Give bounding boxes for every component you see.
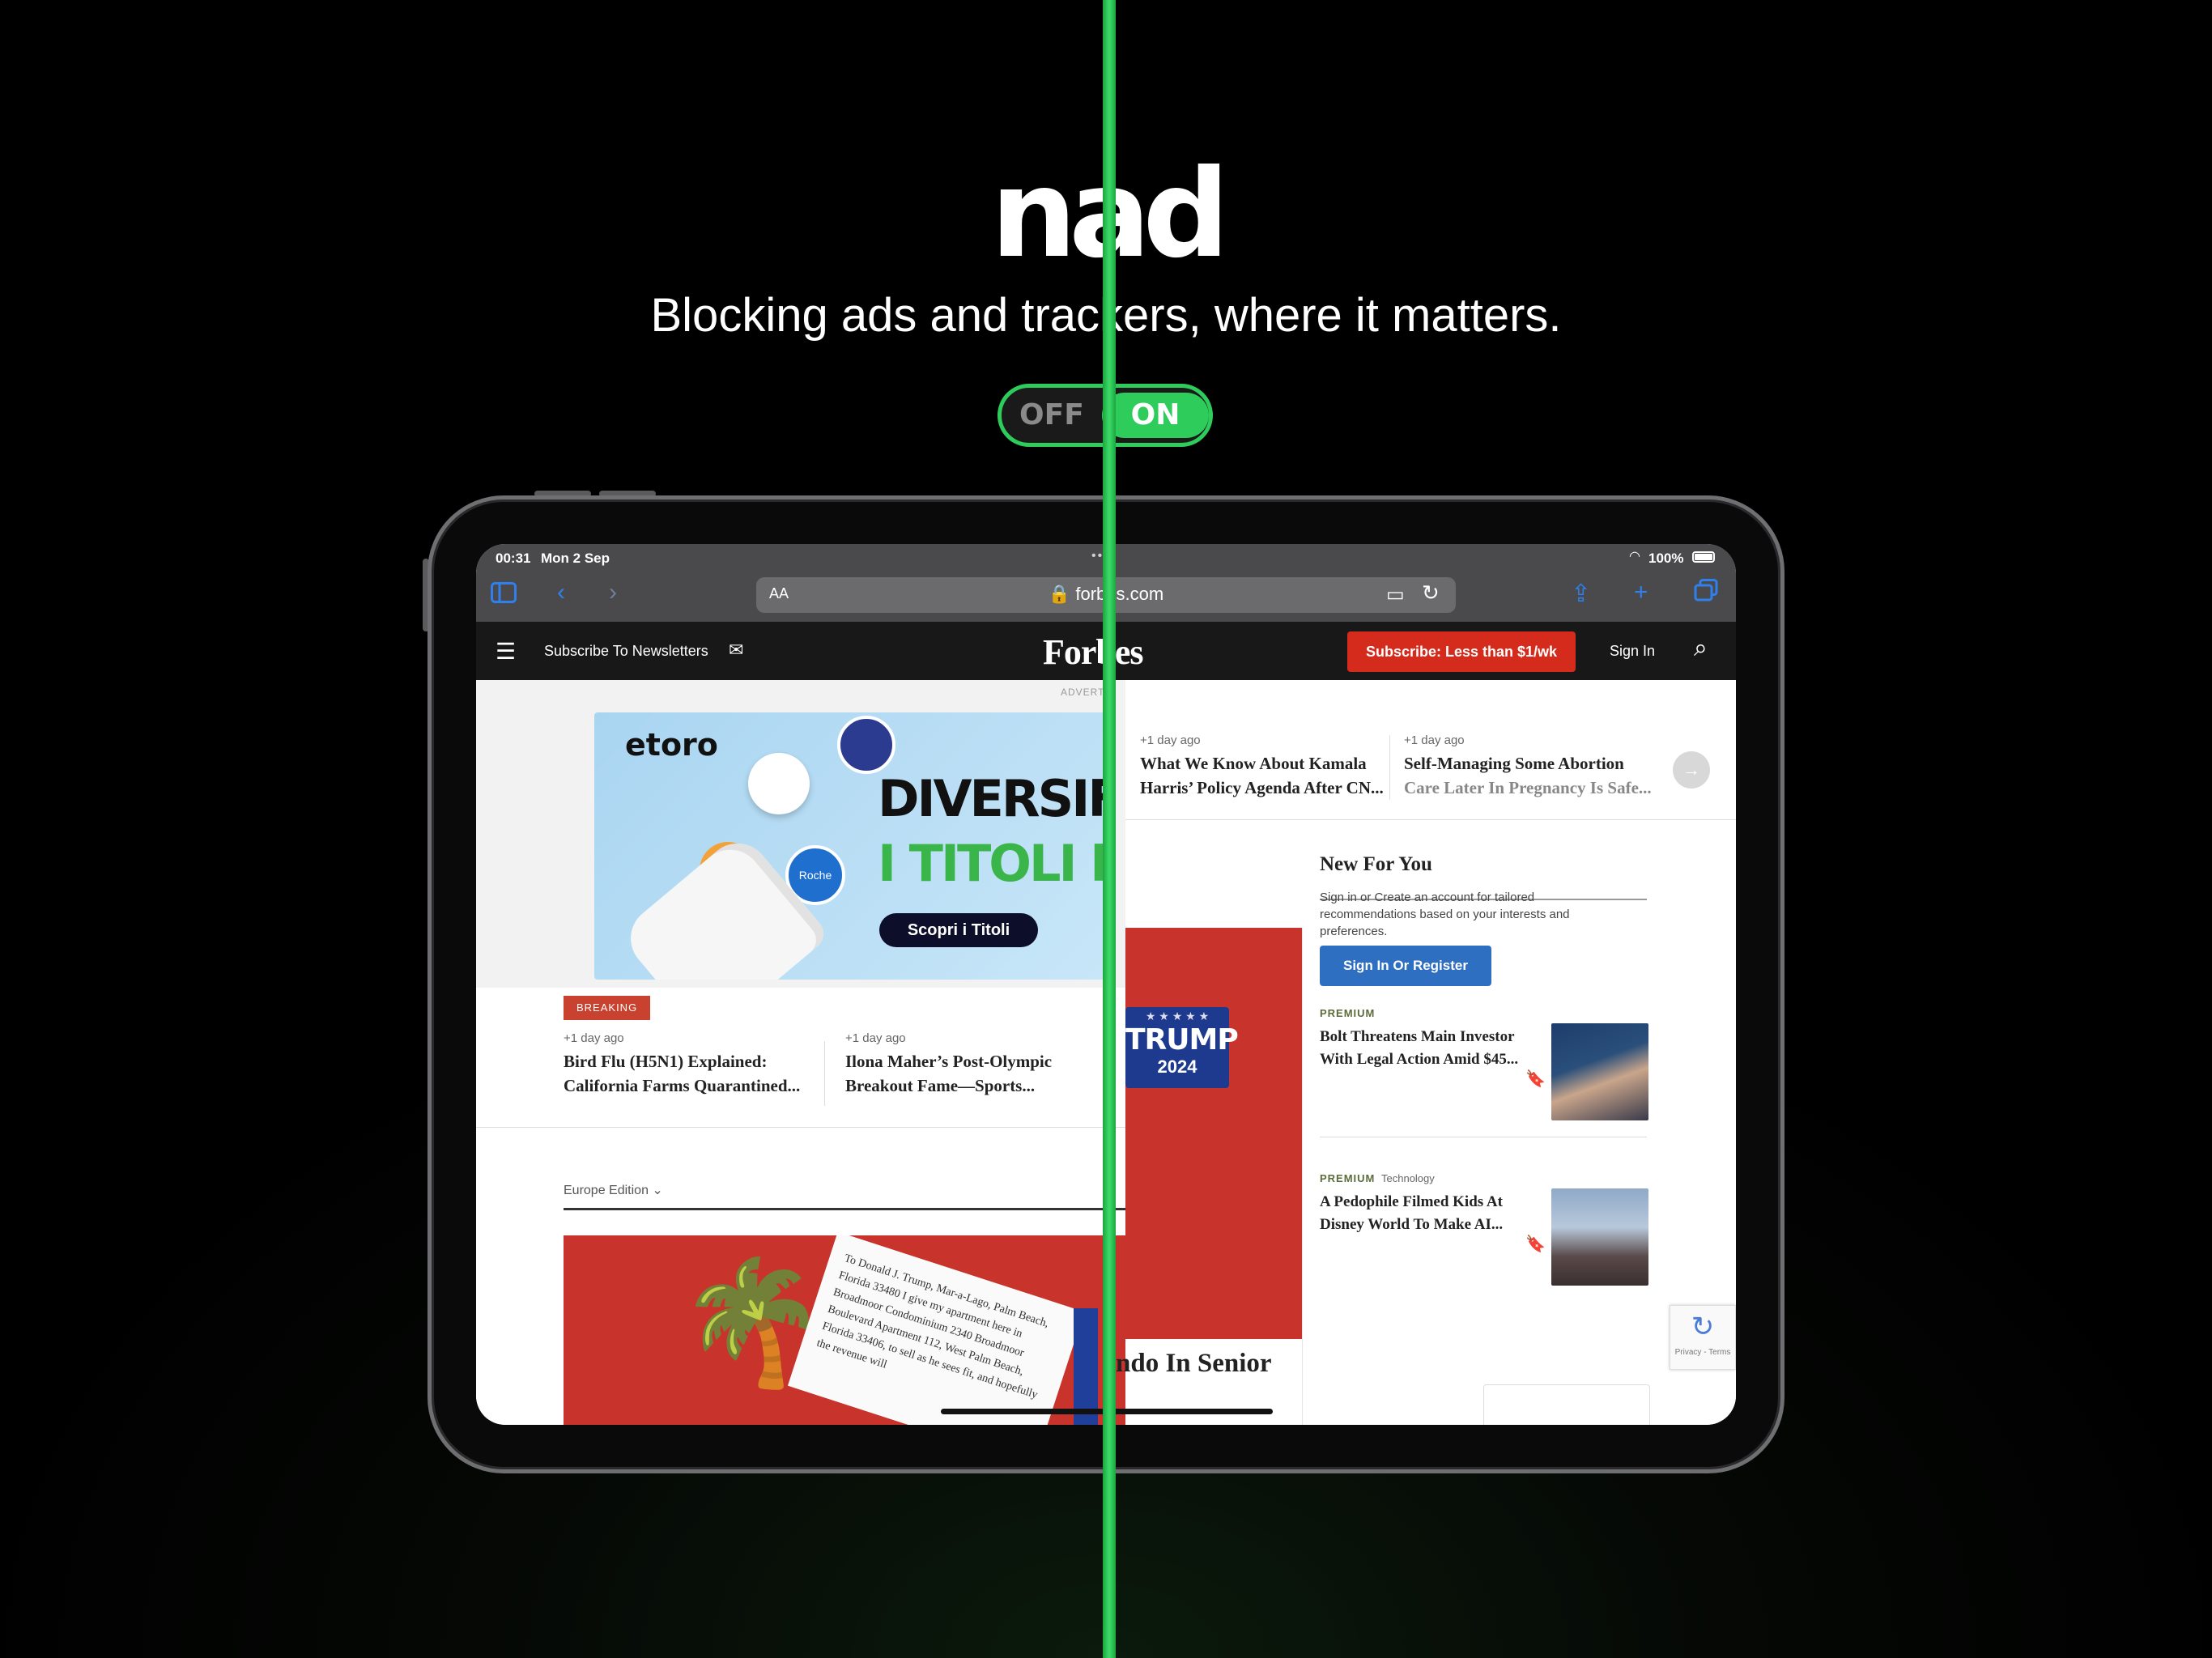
ticker-headline[interactable]: Harris’ Policy Agenda After CN... xyxy=(1140,776,1384,800)
ticker-headline[interactable]: Care Later In Pregnancy Is Safe... xyxy=(1404,776,1652,800)
article-title[interactable]: Disney World To Make AI... xyxy=(1320,1213,1503,1237)
sign-in-register-button[interactable]: Sign In Or Register xyxy=(1320,946,1491,986)
ticker-headline[interactable]: Breakout Fame—Sports... xyxy=(845,1073,1035,1098)
wifi-icon: ◠ xyxy=(1629,550,1640,563)
ad-cta-button[interactable]: Scopri i Titoli xyxy=(879,913,1038,947)
reload-icon[interactable]: ↻ xyxy=(1422,580,1440,606)
ticker-headline[interactable]: What We Know About Kamala xyxy=(1140,751,1367,776)
premium-badge: PREMIUM xyxy=(1320,1172,1376,1184)
edition-label: Europe Edition xyxy=(564,1184,649,1197)
article-headline[interactable]: ndo In Senior xyxy=(1116,1349,1272,1379)
sign-line1: TRUMP xyxy=(1125,1023,1239,1056)
mail-icon: ✉ xyxy=(729,640,744,660)
divider xyxy=(1389,735,1390,800)
ticker-headline[interactable]: Self-Managing Some Abortion xyxy=(1404,751,1624,776)
status-time: 00:31 xyxy=(496,551,531,566)
time-ago: +1 day ago xyxy=(1140,733,1201,747)
url-label: forbes.com xyxy=(1075,584,1164,604)
premium-badge: PREMIUM xyxy=(1320,1007,1376,1019)
forward-icon[interactable]: › xyxy=(609,576,617,609)
ad-subheadline: I TITOLI FARM xyxy=(878,834,1108,893)
trump-sign-image: ★ ★ ★ ★ ★ TRUMP 2024 xyxy=(1125,1007,1239,1088)
article-title[interactable]: Bolt Threatens Main Investor xyxy=(1320,1025,1515,1049)
subscribe-button[interactable]: Subscribe: Less than $1/wk xyxy=(1347,631,1576,672)
battery-percent: 100% xyxy=(1648,551,1684,566)
sidebar-icon[interactable] xyxy=(491,580,517,612)
ad-headline: DIVERSIFICA xyxy=(878,769,1108,828)
article-hero-image[interactable]: 🌴 To Donald J. Trump, Mar-a-Lago, Palm B… xyxy=(564,1235,1125,1425)
divider xyxy=(824,1041,825,1106)
category-tag[interactable]: Technology xyxy=(1381,1172,1435,1184)
divider xyxy=(1302,928,1303,1425)
breaking-badge: BREAKING xyxy=(564,996,651,1020)
letter-image: To Donald J. Trump, Mar-a-Lago, Palm Bea… xyxy=(787,1235,1085,1425)
time-ago: +1 day ago xyxy=(845,1031,906,1045)
panel-text: Sign in or Create an account for tailore… xyxy=(1320,891,1570,938)
ad-zone: ADVERT etoro Roche DIVERSIFICA I TITOLI … xyxy=(476,680,1125,988)
time-ago: +1 day ago xyxy=(1404,733,1465,747)
stars: ★ ★ ★ ★ ★ xyxy=(1145,1010,1210,1022)
recaptcha-icon: ↻ xyxy=(1691,1312,1715,1342)
edition-selector[interactable]: Europe Edition ⌄ xyxy=(564,1182,663,1198)
menu-icon[interactable]: ☰ xyxy=(496,638,516,665)
divider xyxy=(564,1208,1125,1210)
article-title[interactable]: With Legal Action Amid $45... xyxy=(1320,1048,1518,1072)
article-thumbnail[interactable] xyxy=(1551,1023,1648,1120)
divider xyxy=(476,1127,1125,1128)
recaptcha-badge[interactable]: ↻ Privacy - Terms xyxy=(1670,1305,1736,1370)
tabs-icon[interactable] xyxy=(1694,578,1718,610)
coin-icon xyxy=(837,716,895,774)
chevron-down-icon: ⌄ xyxy=(652,1184,663,1197)
ticker-headline[interactable]: Bird Flu (H5N1) Explained: xyxy=(564,1049,767,1073)
ticker-headline[interactable]: Ilona Maher’s Post-Olympic xyxy=(845,1049,1052,1073)
time-ago: +1 day ago xyxy=(564,1031,624,1045)
article-hero-image[interactable]: ★ ★ ★ ★ ★ TRUMP 2024 xyxy=(1125,928,1302,1339)
sign-line2: 2024 xyxy=(1157,1056,1197,1077)
ticker-headline[interactable]: California Farms Quarantined... xyxy=(564,1073,800,1098)
toggle-off-label: OFF xyxy=(1019,398,1084,432)
back-icon[interactable]: ‹ xyxy=(557,576,565,609)
search-icon[interactable]: ⌕ xyxy=(1694,635,1708,662)
toggle-on-label: ON xyxy=(1102,393,1209,438)
sign-in-link[interactable]: Sign In xyxy=(1610,643,1655,660)
article-title[interactable]: A Pedophile Filmed Kids At xyxy=(1320,1190,1503,1214)
next-arrow-icon[interactable]: → xyxy=(1673,751,1710,789)
ad-brand: etoro xyxy=(625,727,718,763)
share-icon[interactable]: ⇪ xyxy=(1571,578,1591,610)
divider xyxy=(1125,819,1736,820)
panel-title: New For You xyxy=(1320,853,1432,875)
recaptcha-text[interactable]: Privacy - Terms xyxy=(1670,1348,1735,1357)
battery-icon xyxy=(1692,551,1715,563)
ad-label: ADVERT xyxy=(1061,687,1105,698)
card-outline xyxy=(1483,1384,1650,1425)
comparison-divider[interactable] xyxy=(1103,0,1116,1658)
coin-icon xyxy=(748,753,810,814)
forbes-logo[interactable]: Forbes xyxy=(1043,631,1144,673)
ad-banner[interactable]: etoro Roche DIVERSIFICA I TITOLI FARM Sc… xyxy=(594,712,1108,980)
article-thumbnail[interactable] xyxy=(1551,1188,1648,1286)
flag-image xyxy=(1074,1308,1098,1425)
status-date: Mon 2 Sep xyxy=(541,551,610,566)
subscribe-newsletters-link[interactable]: Subscribe To Newsletters xyxy=(544,643,708,660)
reader-icon[interactable]: ▭ xyxy=(1386,583,1405,606)
bookmark-icon[interactable]: 🔖 xyxy=(1525,1234,1546,1254)
bookmark-icon[interactable]: 🔖 xyxy=(1525,1069,1546,1089)
new-tab-icon[interactable]: + xyxy=(1634,576,1648,609)
